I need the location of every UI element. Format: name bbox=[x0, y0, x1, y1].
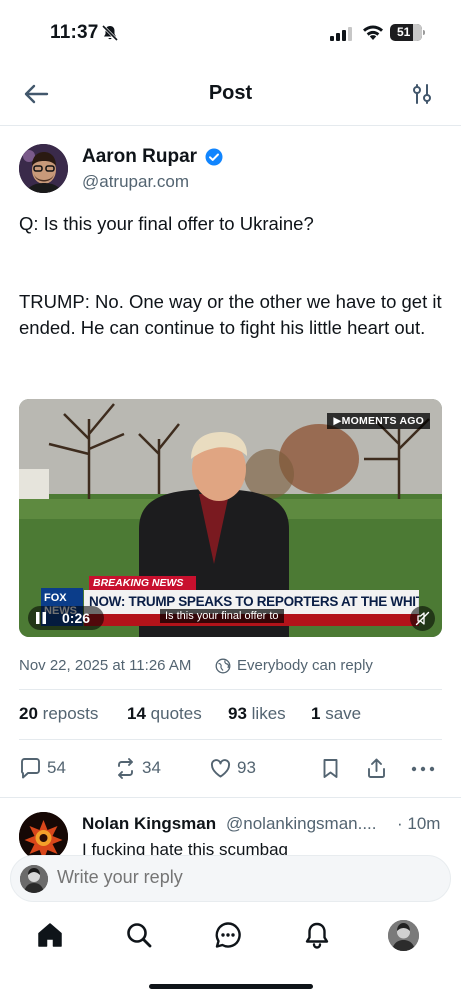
bookmark-button[interactable] bbox=[319, 756, 343, 782]
bookmark-icon[interactable] bbox=[319, 757, 342, 780]
like-count: 93 bbox=[237, 758, 256, 777]
reply-post[interactable]: Nolan Kingsman @nolankingsman.... · 10m … bbox=[19, 812, 449, 856]
reposts-stat[interactable]: 20 reposts bbox=[19, 704, 98, 724]
repost-count: 34 bbox=[142, 758, 161, 777]
profile-avatar[interactable] bbox=[388, 920, 419, 951]
post-date: Nov 22, 2025 at 11:26 AM bbox=[19, 657, 192, 674]
battery-indicator: 51 bbox=[390, 24, 425, 41]
saves-stat[interactable]: 1 save bbox=[311, 704, 361, 724]
quotes-count: 14 bbox=[127, 704, 146, 723]
thread-settings-icon[interactable] bbox=[410, 82, 434, 106]
user-avatar bbox=[20, 865, 48, 893]
author-handle[interactable]: @atrupar.com bbox=[82, 172, 189, 192]
bottom-tab-bar bbox=[0, 915, 461, 960]
reply-author-name[interactable]: Nolan Kingsman bbox=[82, 814, 216, 834]
video-caption: Is this your final offer to bbox=[160, 609, 284, 623]
wifi-icon bbox=[363, 25, 383, 40]
quotes-stat[interactable]: 14 quotes bbox=[127, 704, 202, 724]
chat-icon[interactable] bbox=[214, 921, 242, 949]
more-horizontal-icon[interactable] bbox=[410, 757, 436, 780]
reply-input[interactable] bbox=[57, 867, 417, 888]
post-author[interactable]: Aaron Rupar @atrupar.com bbox=[19, 144, 439, 196]
saves-label: save bbox=[325, 704, 362, 723]
reply-composer[interactable] bbox=[10, 855, 451, 902]
tab-chat[interactable] bbox=[208, 915, 248, 955]
cellular-signal-icon bbox=[330, 27, 352, 41]
post-meta: Nov 22, 2025 at 11:26 AM Everybody can r… bbox=[19, 655, 444, 677]
reply-author-handle[interactable]: @nolankingsman.... bbox=[226, 814, 377, 834]
post-actions: 54 34 93 bbox=[19, 756, 444, 782]
divider bbox=[0, 797, 461, 798]
nav-bar: Post bbox=[0, 64, 461, 126]
reply-button[interactable]: 54 bbox=[19, 756, 79, 782]
likes-label: likes bbox=[251, 704, 286, 723]
notifications-icon[interactable] bbox=[303, 921, 331, 949]
play-pause-control[interactable]: 0:26 bbox=[28, 606, 104, 630]
tab-search[interactable] bbox=[119, 915, 159, 955]
tab-notifications[interactable] bbox=[297, 915, 337, 955]
reply-setting[interactable]: Everybody can reply bbox=[237, 657, 373, 674]
share-icon[interactable] bbox=[365, 757, 388, 780]
home-indicator bbox=[149, 984, 313, 989]
reply-avatar[interactable] bbox=[19, 812, 68, 856]
like-button[interactable]: 93 bbox=[209, 756, 269, 782]
divider bbox=[19, 689, 442, 690]
repost-button[interactable]: 34 bbox=[114, 756, 174, 782]
tab-home[interactable] bbox=[30, 915, 70, 955]
mute-button[interactable] bbox=[410, 606, 435, 631]
author-name[interactable]: Aaron Rupar bbox=[82, 146, 197, 168]
verified-badge-icon bbox=[205, 148, 223, 166]
share-button[interactable] bbox=[365, 756, 389, 782]
breaking-news-tag: BREAKING NEWS bbox=[89, 576, 196, 590]
status-time: 11:37 bbox=[50, 22, 99, 43]
reply-text: I fucking hate this scumbag bbox=[82, 840, 289, 856]
heart-icon[interactable] bbox=[209, 757, 232, 780]
post-text: Q: Is this your final offer to Ukraine? … bbox=[19, 213, 442, 338]
saves-count: 1 bbox=[311, 704, 321, 723]
status-bar: 11:37 51 bbox=[0, 0, 461, 60]
divider bbox=[19, 739, 442, 740]
moments-ago-tag: ▶MOMENTS AGO bbox=[327, 413, 430, 429]
reposts-count: 20 bbox=[19, 704, 38, 723]
quotes-label: quotes bbox=[150, 704, 202, 723]
muted-speaker-icon[interactable] bbox=[415, 611, 430, 626]
more-options-button[interactable] bbox=[410, 756, 436, 782]
bell-off-icon bbox=[101, 24, 119, 42]
search-icon[interactable] bbox=[125, 921, 153, 949]
repost-icon[interactable] bbox=[114, 757, 137, 780]
video-time: 0:26 bbox=[62, 610, 91, 626]
battery-level: 51 bbox=[397, 25, 411, 39]
author-avatar[interactable] bbox=[19, 144, 68, 193]
home-icon[interactable] bbox=[36, 921, 64, 949]
reposts-label: reposts bbox=[42, 704, 99, 723]
reply-count: 54 bbox=[47, 758, 66, 777]
reply-setting-icon bbox=[215, 658, 231, 674]
page-title: Post bbox=[208, 82, 253, 104]
likes-stat[interactable]: 93 likes bbox=[228, 704, 286, 724]
reply-icon[interactable] bbox=[19, 757, 42, 780]
pause-icon[interactable] bbox=[36, 612, 46, 624]
reply-time: · 10m bbox=[397, 814, 441, 833]
likes-count: 93 bbox=[228, 704, 247, 723]
